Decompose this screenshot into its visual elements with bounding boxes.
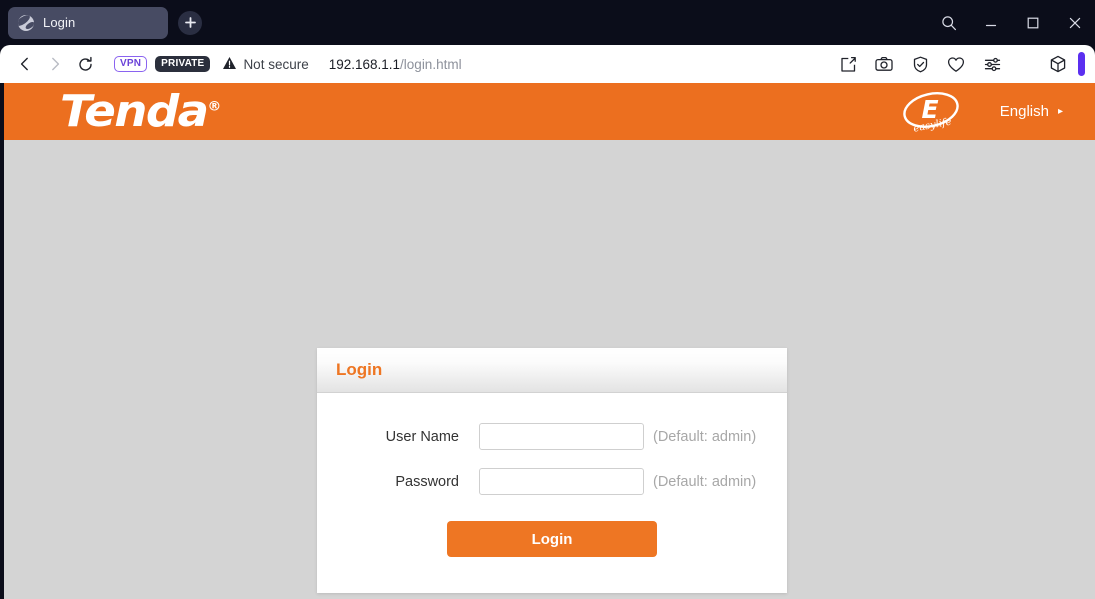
globe-icon: [18, 14, 34, 31]
minimize-icon[interactable]: [981, 13, 1001, 33]
tenda-logo[interactable]: Tenda®: [60, 89, 222, 134]
site-header: Tenda® E easylife English ▸: [4, 83, 1095, 140]
svg-text:easylife: easylife: [912, 116, 952, 134]
window-controls: [939, 0, 1085, 45]
cube-icon[interactable]: [1048, 54, 1068, 74]
vpn-badge[interactable]: VPN: [114, 56, 148, 72]
forward-button: [40, 49, 70, 79]
username-label: User Name: [385, 428, 459, 445]
username-hint: (Default: admin): [653, 428, 757, 445]
chevron-right-icon: [52, 57, 60, 71]
chevron-right-icon: ▸: [1057, 106, 1063, 117]
heart-icon[interactable]: [946, 54, 966, 74]
warning-triangle-icon: [222, 56, 237, 72]
camera-icon[interactable]: [874, 54, 894, 74]
back-button[interactable]: [10, 49, 40, 79]
page-title: Login: [336, 360, 383, 379]
login-form: User Name (Default: admin) Password (Def…: [317, 393, 787, 593]
page-viewport: Tenda® E easylife English ▸ Login User N…: [0, 83, 1095, 599]
login-button-row: Login: [317, 521, 787, 557]
address-bar[interactable]: VPN PRIVATE Not secure 192.168.1.1/login…: [114, 56, 838, 72]
browser-window: Login VPN PRIVATE Not secure 192.168.1.1…: [0, 0, 1095, 599]
password-input[interactable]: [479, 468, 644, 495]
maximize-icon[interactable]: [1023, 13, 1043, 33]
login-button[interactable]: Login: [447, 521, 657, 557]
site-header-right: E easylife English ▸: [900, 90, 1095, 134]
page-body: Login User Name (Default: admin) Passwor…: [4, 140, 1095, 599]
tenda-wordmark: Tenda: [60, 85, 209, 137]
sliders-icon[interactable]: [982, 54, 1002, 74]
url-path: /login.html: [400, 56, 462, 72]
profile-group: [1036, 52, 1085, 76]
search-icon[interactable]: [939, 13, 959, 33]
login-panel: Login User Name (Default: admin) Passwor…: [317, 348, 787, 593]
plus-icon: [184, 17, 196, 28]
private-badge[interactable]: PRIVATE: [155, 56, 211, 72]
security-status-label: Not secure: [243, 56, 309, 72]
login-panel-header: Login: [317, 348, 787, 393]
close-icon[interactable]: [1065, 13, 1085, 33]
easylife-logo-icon: E easylife: [900, 90, 962, 134]
shield-check-icon[interactable]: [910, 54, 930, 74]
language-label: English: [999, 103, 1049, 120]
form-row-username: User Name (Default: admin): [317, 423, 787, 450]
language-selector[interactable]: English ▸: [1000, 103, 1063, 120]
chevron-left-icon: [20, 57, 28, 71]
url-text[interactable]: 192.168.1.1/login.html: [329, 57, 462, 72]
username-input[interactable]: [479, 423, 644, 450]
browser-tab-login[interactable]: Login: [8, 6, 168, 39]
form-row-password: Password (Default: admin): [317, 468, 787, 495]
url-host: 192.168.1.1: [328, 56, 401, 72]
profile-indicator[interactable]: [1078, 52, 1085, 76]
tab-strip: Login: [0, 0, 1095, 45]
toolbar-actions: [838, 52, 1085, 76]
browser-toolbar: VPN PRIVATE Not secure 192.168.1.1/login…: [0, 45, 1095, 83]
password-label: Password: [395, 473, 459, 490]
reload-icon: [78, 56, 92, 71]
tab-title: Login: [43, 15, 76, 30]
password-hint: (Default: admin): [653, 473, 757, 490]
tenda-trademark: ®: [207, 98, 222, 114]
new-tab-button[interactable]: [178, 10, 202, 35]
edit-note-icon[interactable]: [838, 54, 858, 74]
reload-button[interactable]: [70, 49, 100, 79]
